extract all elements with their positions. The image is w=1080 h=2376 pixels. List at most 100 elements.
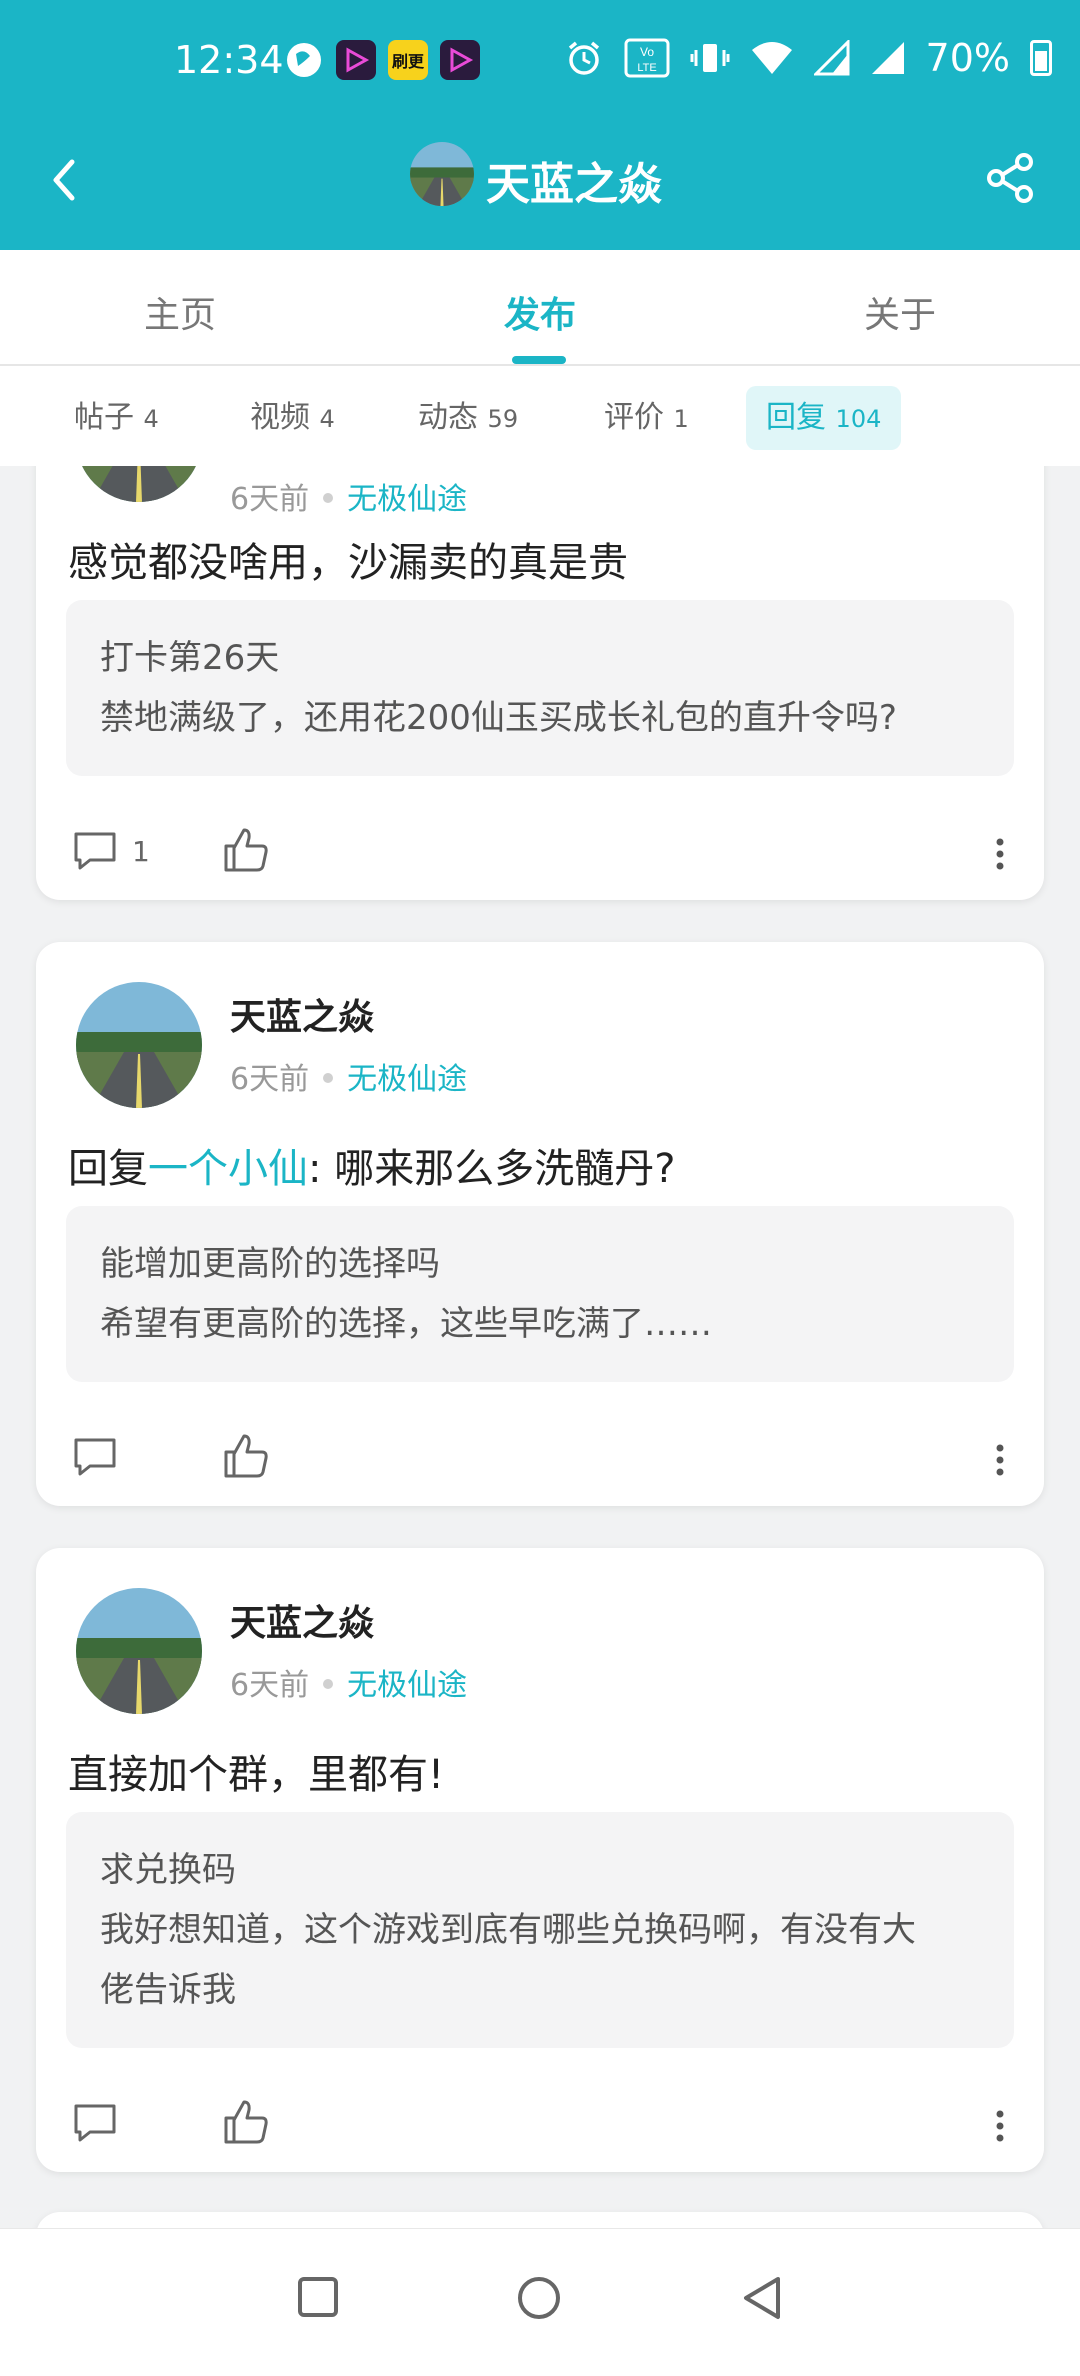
notification-icons: 刷更 — [284, 40, 480, 80]
comment-count: 1 — [132, 834, 150, 868]
back-arrow-icon[interactable] — [36, 150, 96, 210]
author-avatar[interactable] — [76, 1588, 202, 1714]
chip-label: 回复 — [766, 400, 826, 435]
quoted-post[interactable]: 能增加更高阶的选择吗 希望有更高阶的选择，这些早吃满了…… — [66, 1206, 1014, 1382]
post-meta: 6天前 无极仙途 — [230, 474, 467, 518]
separator-dot — [323, 493, 334, 503]
quoted-title: 能增加更高阶的选择吗 — [100, 1244, 440, 1284]
quoted-body-line-2: 佬告诉我 — [100, 1970, 236, 2010]
more-options-icon[interactable] — [992, 1442, 1008, 1478]
quoted-post[interactable]: 打卡第26天 禁地满级了，还用花200仙玉买成长礼包的直升令吗? — [66, 600, 1014, 776]
back-triangle-icon[interactable] — [740, 2275, 784, 2321]
post-actions — [72, 1428, 1008, 1488]
quoted-body: 禁地满级了，还用花200仙玉买成长礼包的直升令吗? — [100, 698, 897, 738]
post-time: 6天前 — [230, 1668, 310, 1703]
author-avatar[interactable] — [76, 982, 202, 1108]
volte-icon: Vo LTE — [624, 38, 670, 78]
battery-icon — [1030, 40, 1052, 76]
vibrate-icon — [690, 44, 730, 72]
reply-text: 回复一个小仙: 哪来那么多洗髓丹? — [68, 1136, 675, 1194]
reply-to-user[interactable]: 一个小仙 — [148, 1146, 308, 1192]
more-options-icon[interactable] — [992, 836, 1008, 872]
chip-posts[interactable]: 帖子 4 — [54, 386, 179, 450]
signal-icon — [813, 40, 850, 76]
post-meta: 6天前 无极仙途 — [230, 1054, 467, 1098]
shuageng-app-icon: 刷更 — [388, 40, 428, 80]
quoted-post[interactable]: 求兑换码 我好想知道，这个游戏到底有哪些兑换码啊，有没有大 佬告诉我 — [66, 1812, 1014, 2048]
system-nav-bar — [0, 2228, 1080, 2376]
tab-about[interactable]: 关于 — [864, 286, 936, 338]
alarm-icon — [568, 41, 599, 75]
status-time: 12:34 — [174, 38, 284, 82]
video-app-icon — [336, 40, 376, 80]
more-options-icon[interactable] — [992, 2108, 1008, 2144]
reply-card[interactable]: 天蓝之焱 6天前 无极仙途 回复一个小仙: 哪来那么多洗髓丹? 能增加更高阶的选择… — [36, 942, 1044, 1506]
reply-feed: 6天前 无极仙途 感觉都没啥用，沙漏卖的真是贵 打卡第26天 禁地满级了，还用花2… — [0, 466, 1080, 2228]
post-time: 6天前 — [230, 1062, 310, 1097]
post-actions — [72, 2094, 1008, 2154]
share-icon[interactable] — [980, 148, 1040, 208]
thumbs-up-icon[interactable] — [222, 826, 270, 874]
game-link[interactable]: 无极仙途 — [347, 482, 467, 517]
author-avatar[interactable] — [76, 466, 202, 502]
game-link[interactable]: 无极仙途 — [347, 1668, 467, 1703]
quoted-title: 求兑换码 — [100, 1850, 236, 1890]
chip-count: 104 — [835, 405, 882, 433]
comment-button[interactable] — [72, 2100, 118, 2146]
browser-icon — [287, 43, 321, 77]
quoted-title: 打卡第26天 — [100, 638, 280, 678]
game-link[interactable]: 无极仙途 — [347, 1062, 467, 1097]
author-name[interactable]: 天蓝之焱 — [230, 1594, 374, 1646]
comment-icon — [74, 1438, 116, 1476]
thumbs-up-icon[interactable] — [222, 1432, 270, 1480]
chip-label: 帖子 — [74, 400, 134, 435]
chip-label: 视频 — [250, 400, 310, 435]
header-avatar[interactable] — [410, 142, 474, 206]
chip-label: 评价 — [604, 400, 664, 435]
quoted-body-line-1: 我好想知道，这个游戏到底有哪些兑换码啊，有没有大 — [100, 1910, 916, 1950]
profile-header: 天蓝之焱 — [0, 120, 1080, 250]
reply-card[interactable]: 6天前 无极仙途 感觉都没啥用，沙漏卖的真是贵 打卡第26天 禁地满级了，还用花2… — [36, 466, 1044, 900]
status-bar: 12:34 刷更 Vo LTE 70% — [0, 0, 1080, 120]
separator-dot — [323, 1679, 334, 1689]
content-filter-chips: 帖子 4 视频 4 动态 59 评价 1 回复 104 — [0, 366, 1080, 466]
separator-dot — [323, 1073, 334, 1083]
author-name[interactable]: 天蓝之焱 — [230, 988, 374, 1040]
chip-moments[interactable]: 动态 59 — [398, 386, 538, 450]
active-tab-indicator — [512, 356, 566, 364]
signal-icon-2 — [871, 42, 904, 74]
comment-icon — [74, 2104, 116, 2142]
post-actions: 1 — [72, 822, 1008, 882]
svg-text:Vo: Vo — [640, 45, 654, 59]
post-time: 6天前 — [230, 482, 310, 517]
top-bar: 12:34 刷更 Vo LTE 70% 天蓝之焱 — [0, 0, 1080, 250]
comment-icon — [74, 832, 116, 870]
chip-count: 59 — [487, 405, 519, 433]
battery-percent: 70% — [925, 36, 1010, 80]
reply-card[interactable] — [36, 2212, 1044, 2228]
reply-text: 感觉都没啥用，沙漏卖的真是贵 — [68, 540, 628, 586]
video-app-icon-2 — [440, 40, 480, 80]
recents-square-icon[interactable] — [296, 2275, 340, 2319]
profile-tabs: 主页 发布 关于 — [0, 250, 1080, 366]
chip-count: 1 — [673, 405, 689, 433]
tab-home[interactable]: 主页 — [144, 286, 216, 338]
reply-card[interactable]: 天蓝之焱 6天前 无极仙途 直接加个群，里都有! 求兑换码 我好想知道，这个游戏到… — [36, 1548, 1044, 2172]
quoted-body: 希望有更高阶的选择，这些早吃满了…… — [100, 1304, 712, 1344]
thumbs-up-icon[interactable] — [222, 2098, 270, 2146]
svg-text:LTE: LTE — [637, 62, 656, 74]
wifi-icon — [751, 42, 792, 74]
post-meta: 6天前 无极仙途 — [230, 1660, 467, 1704]
home-circle-icon[interactable] — [516, 2275, 562, 2321]
chip-label: 动态 — [418, 400, 478, 435]
chip-count: 4 — [319, 405, 335, 433]
chip-reviews[interactable]: 评价 1 — [584, 386, 709, 450]
chip-videos[interactable]: 视频 4 — [230, 386, 355, 450]
reply-body: 哪来那么多洗髓丹? — [334, 1146, 676, 1192]
comment-button[interactable] — [72, 1434, 118, 1480]
tab-posts[interactable]: 发布 — [504, 286, 576, 338]
reply-prefix: 回复 — [68, 1146, 148, 1192]
chip-replies[interactable]: 回复 104 — [746, 386, 902, 450]
system-icons: Vo LTE 70% — [564, 36, 1052, 80]
comment-button[interactable]: 1 — [72, 828, 150, 874]
